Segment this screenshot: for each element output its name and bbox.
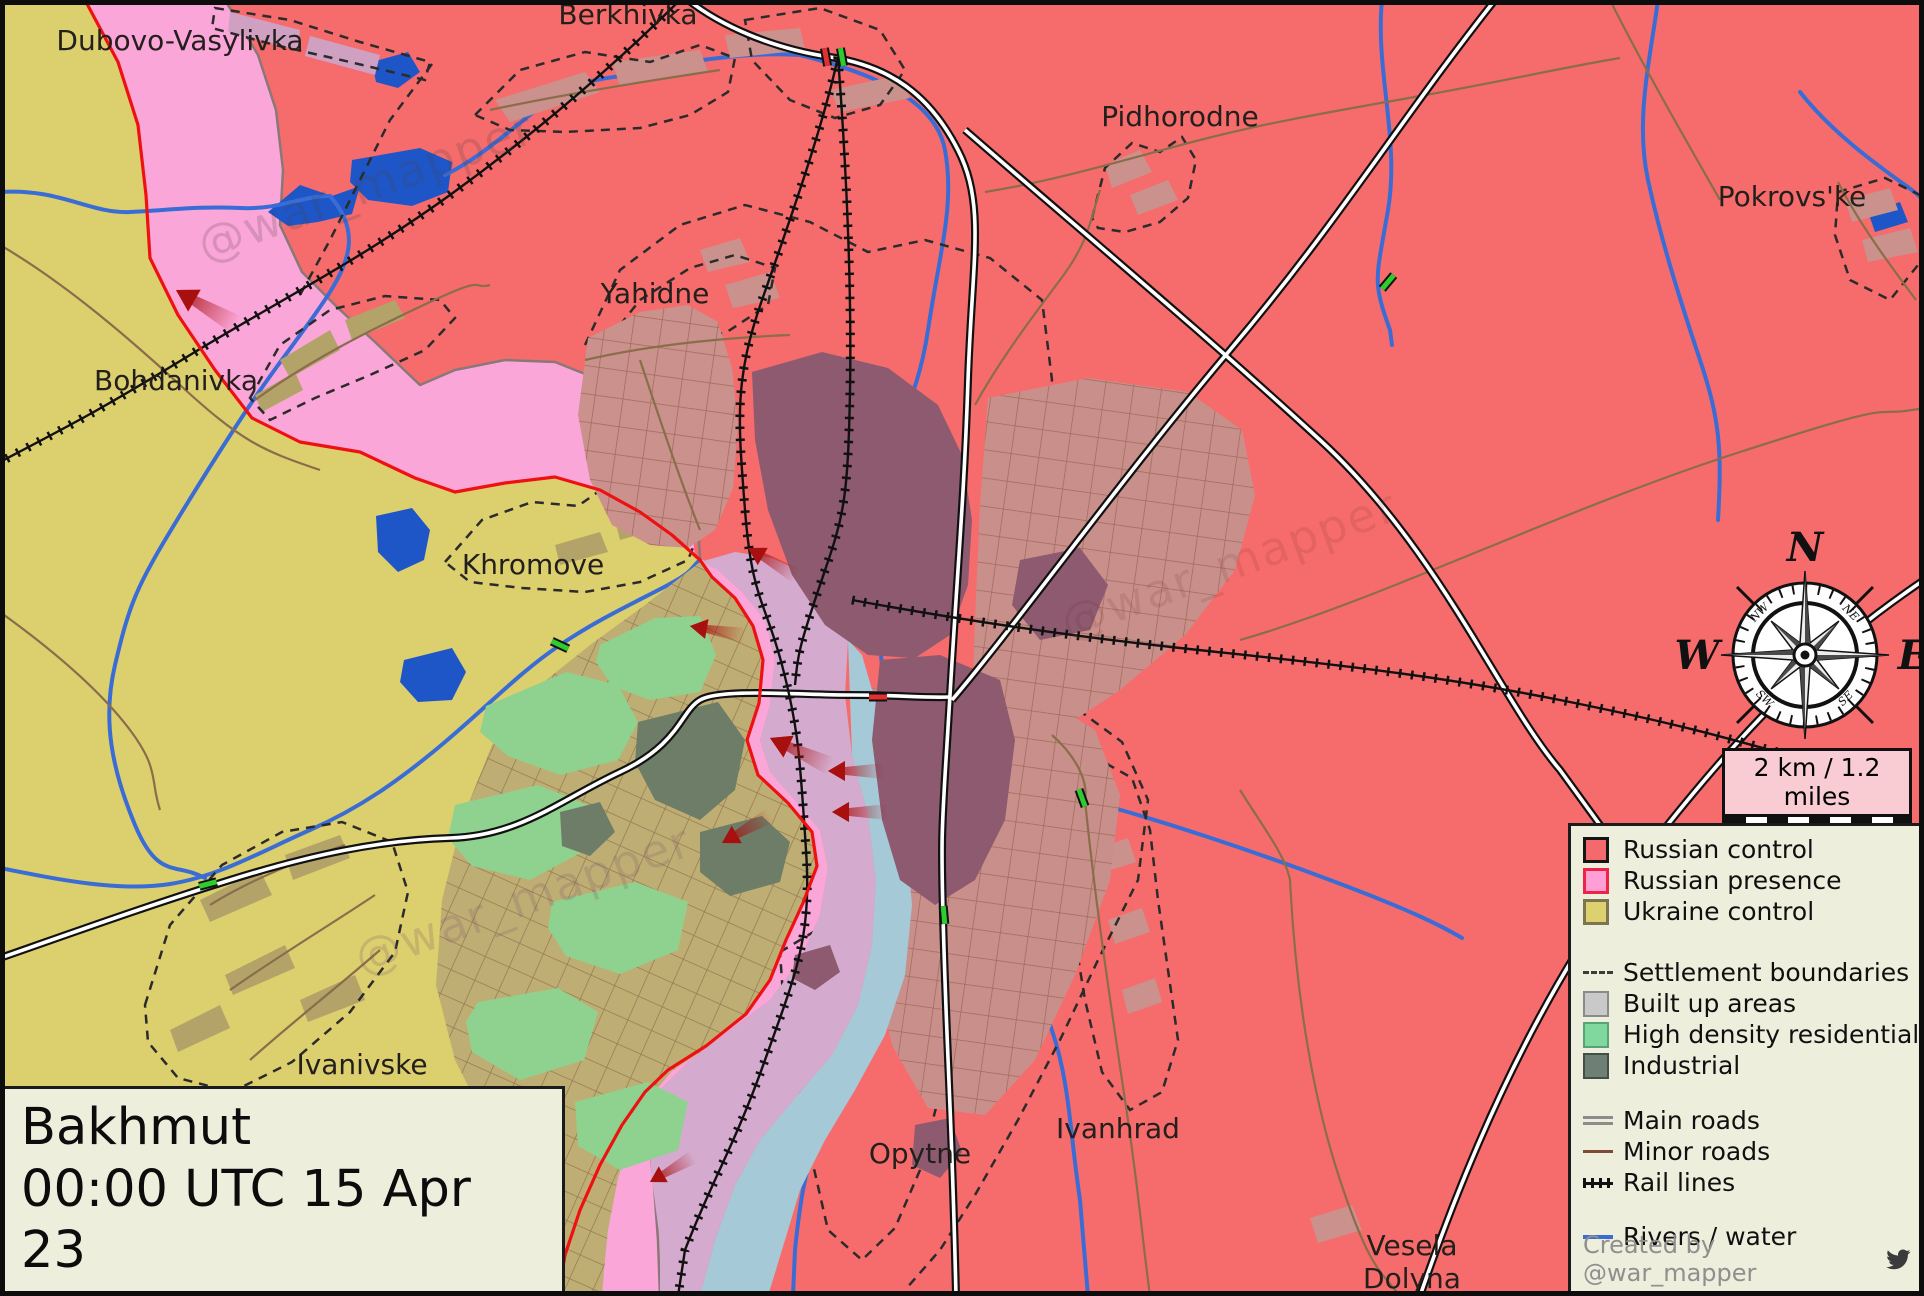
legend-row-high-density: High density residential: [1583, 1019, 1919, 1050]
legend-row-minor-roads: Minor roads: [1583, 1136, 1919, 1167]
high-density-swatch: [1583, 1022, 1609, 1048]
place-label-ivanivske: Ivanivske: [296, 1048, 427, 1081]
place-label-yahidne: Yahidne: [600, 277, 710, 310]
twitter-bird-icon: [1885, 1246, 1911, 1273]
place-label-opytne: Opytne: [869, 1137, 971, 1170]
place-label-dubovo-vasylivka: Dubovo-Vasylivka: [56, 24, 303, 57]
war-map-screenshot: @war_mapper @war_mapper @war_mapper Dubo…: [0, 0, 1924, 1296]
scale-bar-label: 2 km / 1.2 miles: [1722, 748, 1912, 817]
map-timestamp: 00:00 UTC 15 Apr 23: [21, 1159, 546, 1281]
place-label-pidhorodne: Pidhorodne: [1101, 100, 1258, 133]
settlement-boundary-sample: [1583, 971, 1613, 974]
place-label-ivanhrad: Ivanhrad: [1056, 1112, 1180, 1145]
legend-row-russian-control: Russian control: [1583, 834, 1919, 865]
main-road-sample: [1583, 1116, 1613, 1125]
industrial-swatch: [1583, 1053, 1609, 1079]
legend-row-industrial: Industrial: [1583, 1050, 1919, 1081]
map-title: Bakhmut: [21, 1097, 546, 1158]
ukraine-control-swatch: [1583, 899, 1609, 925]
russian-control-swatch: [1583, 837, 1609, 863]
title-panel: Bakhmut 00:00 UTC 15 Apr 23: [5, 1086, 565, 1291]
minor-road-sample: [1583, 1150, 1613, 1153]
compass-north-label: N: [1785, 524, 1825, 571]
legend-panel: Russian control Russian presence Ukraine…: [1568, 823, 1919, 1291]
legend-row-ukraine-control: Ukraine control: [1583, 896, 1919, 927]
place-label-bohdanivka: Bohdanivka: [94, 364, 258, 397]
legend-row-rail-lines: Rail lines: [1583, 1167, 1919, 1198]
place-label-vesela: Vesela: [1367, 1229, 1458, 1262]
compass-west-label: W: [1675, 632, 1724, 679]
place-label-khromove: Khromove: [462, 548, 604, 581]
place-label-pokrovske: Pokrovs'ke: [1718, 180, 1867, 213]
legend-row-built-up: Built up areas: [1583, 988, 1919, 1019]
legend-row-russian-presence: Russian presence: [1583, 865, 1919, 896]
scale-bar: 2 km / 1.2 miles: [1722, 748, 1912, 833]
built-up-swatch: [1583, 991, 1609, 1017]
legend-row-main-roads: Main roads: [1583, 1105, 1919, 1136]
place-label-dolyna: Dolyna: [1363, 1262, 1461, 1295]
legend-row-settlement-boundaries: Settlement boundaries: [1583, 957, 1919, 988]
attribution: Created by @war_mapper: [1583, 1231, 1911, 1287]
russian-presence-swatch: [1583, 868, 1609, 894]
rail-line-sample: [1583, 1178, 1613, 1188]
